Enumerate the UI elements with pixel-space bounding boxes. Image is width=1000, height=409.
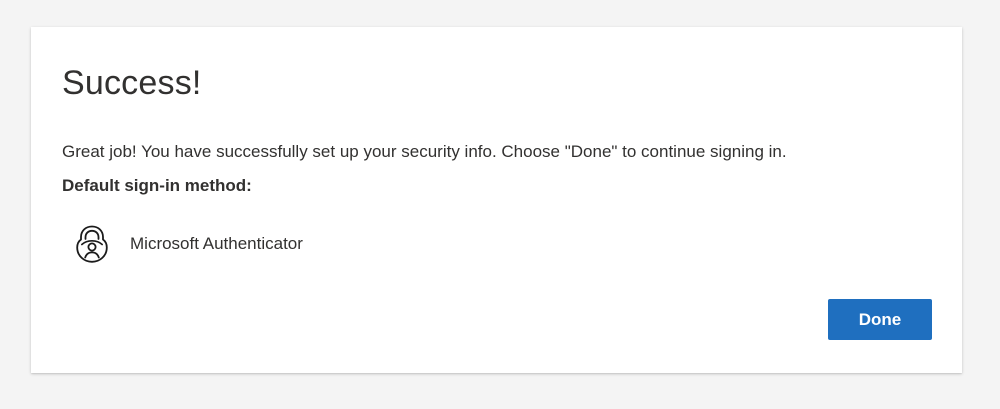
method-label: Microsoft Authenticator xyxy=(130,234,303,253)
default-method-item: Microsoft Authenticator xyxy=(75,222,303,266)
page-title: Success! xyxy=(62,64,202,102)
success-message: Great job! You have successfully set up … xyxy=(62,142,787,161)
authenticator-lock-icon xyxy=(75,224,109,264)
success-card: Success! Great job! You have successfull… xyxy=(31,27,962,373)
default-method-heading: Default sign-in method: xyxy=(62,176,252,195)
done-button[interactable]: Done xyxy=(828,299,932,340)
